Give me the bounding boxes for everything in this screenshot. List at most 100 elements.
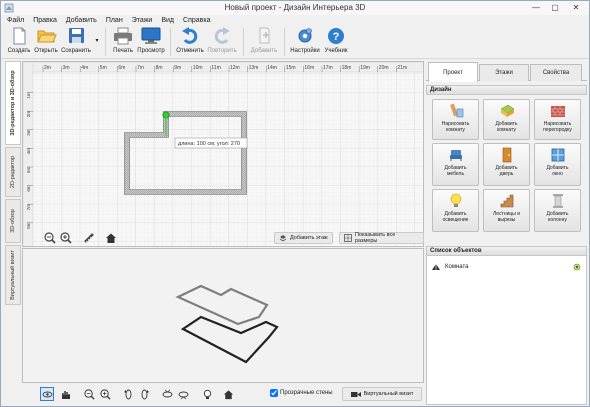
virtual-visit-button[interactable]: Виртуальный визит xyxy=(342,387,422,401)
rotate-right-button[interactable] xyxy=(137,387,151,401)
add-floor-button[interactable]: Добавить этаж xyxy=(274,232,333,244)
ruler-label: 6m xyxy=(26,185,31,192)
tab-project[interactable]: Проект xyxy=(428,62,478,82)
maximize-button[interactable]: ▢ xyxy=(546,1,564,14)
menu-add[interactable]: Добавить xyxy=(66,17,97,24)
add-room-label: Добавить комнату xyxy=(495,121,518,133)
draw-room-button[interactable]: Нарисовать комнату xyxy=(432,99,479,140)
tab-properties-label: Свойства xyxy=(542,70,570,76)
tab-3d-view[interactable]: 3D-обзор xyxy=(5,199,21,243)
measure-button[interactable] xyxy=(82,231,96,245)
ruler-label: 2m xyxy=(44,65,51,71)
object-name: Комната xyxy=(445,264,469,270)
add-column-button[interactable]: Добавить колонну xyxy=(534,189,581,232)
view-3d-toolbar: Прозрачные стены Виртуальный визит xyxy=(22,383,424,405)
toolbar-separator xyxy=(105,28,106,56)
print-label: Печать xyxy=(113,48,133,54)
draw-room-label: Нарисовать комнату xyxy=(441,121,470,133)
tab-virtual-visit[interactable]: Виртуальный визит xyxy=(5,245,21,305)
tutorial-label: Учебник xyxy=(324,48,348,54)
tab-2d-editor[interactable]: 2D-редактор xyxy=(5,147,21,197)
plan-editor-2d[interactable]: 2m 3m 4m 5m 6m 7m 8m 9m 10m 11m 12m 13m 14m 15m 16m 17m… xyxy=(22,61,424,247)
zoom-in-button[interactable] xyxy=(59,231,73,245)
ruler-label: 9m xyxy=(174,65,181,71)
menu-view[interactable]: Вид xyxy=(161,17,174,24)
menu-floors[interactable]: Этажи xyxy=(132,17,153,24)
tab-2d-3d-editor[interactable]: 3D-редактор и 3D-обзор xyxy=(5,61,21,145)
ruler-label: 4m xyxy=(26,148,31,155)
rotate-left-button[interactable] xyxy=(121,387,135,401)
zoom-out-button[interactable] xyxy=(43,231,57,245)
lighting-button[interactable] xyxy=(200,387,214,401)
print-button[interactable]: Печать xyxy=(110,26,136,57)
redo-label: Повторить xyxy=(207,48,237,54)
stairs-cutouts-button[interactable]: Лестницы и вырезы xyxy=(483,189,530,232)
menu-plan[interactable]: План xyxy=(106,17,123,24)
video-camera-icon xyxy=(350,391,361,397)
tab-label: Виртуальный визит xyxy=(10,250,16,300)
zoom-out-3d-button[interactable] xyxy=(82,387,96,401)
list-item[interactable]: Комната xyxy=(431,261,581,273)
virtual-visit-label: Виртуальный визит xyxy=(363,391,414,397)
scene-3d[interactable] xyxy=(23,249,425,384)
tilt-up-button[interactable] xyxy=(160,387,174,401)
add-window-label: Добавить окно xyxy=(546,165,569,177)
ruler-label: 20m xyxy=(379,65,389,71)
open-label: Открыть xyxy=(34,48,58,54)
toolbar-separator xyxy=(243,28,244,56)
add-label: Добавить xyxy=(250,48,278,54)
lightbulb-icon xyxy=(203,389,211,399)
redo-button[interactable]: Повторить xyxy=(205,26,239,57)
add-room-button[interactable]: Добавить комнату xyxy=(483,99,530,140)
brick-wall-icon xyxy=(550,106,565,117)
settings-gear-icon xyxy=(298,28,312,43)
preview-button[interactable]: Просмотр xyxy=(136,26,166,57)
view-mode-tabs: 3D-редактор и 3D-обзор 2D-редактор 3D-об… xyxy=(5,61,21,401)
project-panel: Проект Этажи Свойства Дизайн Нарисовать … xyxy=(426,61,587,405)
add-button[interactable]: Добавить xyxy=(248,26,280,57)
menu-file[interactable]: Файл xyxy=(7,17,24,24)
add-column-label: Добавить колонну xyxy=(546,211,569,223)
object-list: Список объектов Комната xyxy=(426,246,587,405)
home-3d-button[interactable] xyxy=(221,387,235,401)
create-label: Создать xyxy=(7,48,31,54)
settings-button[interactable]: Настройки xyxy=(289,26,321,57)
column-icon xyxy=(552,194,563,208)
close-button[interactable]: ✕ xyxy=(565,1,587,14)
pan-hand-button[interactable] xyxy=(58,387,72,401)
home-view-button[interactable] xyxy=(104,231,118,245)
tutorial-button[interactable]: ? Учебник xyxy=(321,26,351,57)
save-dropdown-arrow-icon[interactable]: ▾ xyxy=(93,26,101,54)
ruler-label: 7m xyxy=(26,204,31,211)
orbit-mode-button[interactable] xyxy=(40,387,54,401)
transparent-walls-toggle[interactable]: Прозрачные стены xyxy=(270,389,333,397)
ruler-label: 13m xyxy=(249,65,259,71)
add-window-button[interactable]: Добавить окно xyxy=(534,143,581,186)
tilt-down-button[interactable] xyxy=(176,387,190,401)
floppy-disk-icon xyxy=(69,28,84,43)
draw-partition-button[interactable]: Нарисовать перегородку xyxy=(534,99,581,140)
ruler-label: 11m xyxy=(211,65,220,71)
create-button[interactable]: Создать xyxy=(5,26,33,57)
transparent-walls-checkbox[interactable] xyxy=(270,389,278,397)
add-furniture-button[interactable]: Добавить мебель xyxy=(432,143,479,186)
plan-canvas[interactable]: 2m 3m 4m 5m 6m 7m 8m 9m 10m 11m 12m 13m 14m 15m 16m 17m… xyxy=(23,62,424,247)
ruler-label: 18m xyxy=(342,65,352,71)
show-all-dimensions-button[interactable]: Показывать все размеры xyxy=(339,232,424,244)
tab-properties[interactable]: Свойства xyxy=(530,64,582,81)
printer-icon xyxy=(114,27,132,45)
open-button[interactable]: Открыть xyxy=(33,26,59,57)
view-3d[interactable] xyxy=(22,248,424,383)
undo-button[interactable]: Отменить xyxy=(175,26,205,57)
minimize-button[interactable]: — xyxy=(527,1,545,14)
window-icon xyxy=(551,148,564,162)
tab-floors[interactable]: Этажи xyxy=(479,64,529,81)
add-door-button[interactable]: Добавить дверь xyxy=(483,143,530,186)
save-button[interactable]: Сохранить xyxy=(59,26,93,57)
add-lighting-button[interactable]: Добавить освещение xyxy=(432,189,479,232)
menu-help[interactable]: Справка xyxy=(183,17,210,24)
add-floor-label: Добавить этаж xyxy=(290,235,328,241)
visibility-eye-icon[interactable] xyxy=(573,263,581,271)
menu-edit[interactable]: Правка xyxy=(33,17,57,24)
zoom-in-3d-button[interactable] xyxy=(98,387,112,401)
